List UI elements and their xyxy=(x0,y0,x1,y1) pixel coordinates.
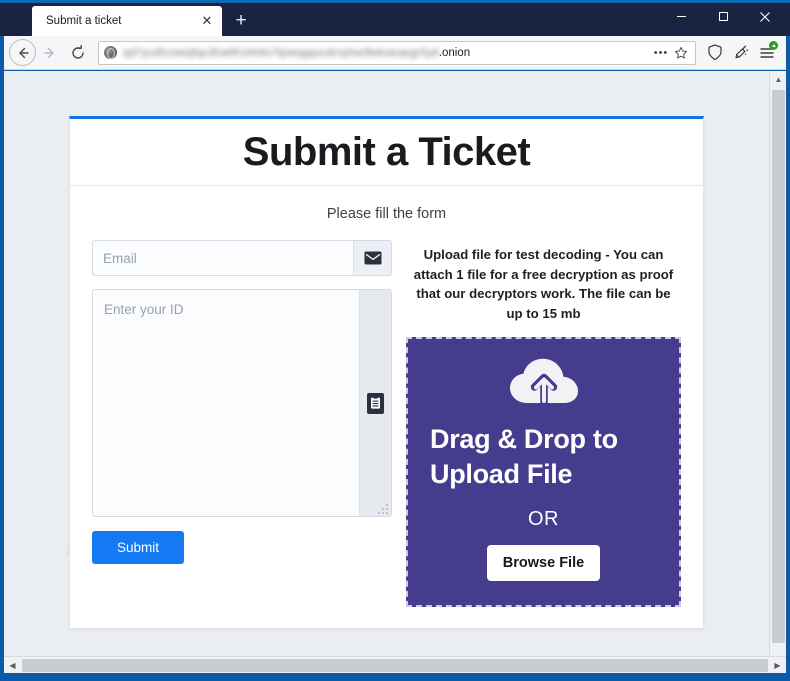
horizontal-scrollbar[interactable]: ◀ ▶ xyxy=(4,656,786,673)
envelope-icon[interactable] xyxy=(353,241,391,275)
new-tab-button[interactable]: + xyxy=(226,6,256,36)
ticket-card: Submit a Ticket Please fill the form Ema… xyxy=(69,116,704,629)
browser-window: Submit a ticket ✕ + qd7ycdhcowqfqu3ha6fr… xyxy=(0,0,790,681)
arrow-left-icon[interactable] xyxy=(9,39,36,66)
web-page: P risk com Submit a Ticket Please fill t… xyxy=(4,71,770,639)
clipboard-icon[interactable] xyxy=(367,392,384,414)
reload-icon[interactable] xyxy=(64,39,92,67)
form-column: Submit xyxy=(92,240,392,607)
card-header: Submit a Ticket xyxy=(70,119,703,186)
shield-icon[interactable] xyxy=(702,39,728,67)
horizontal-scrollbar-thumb[interactable] xyxy=(22,658,768,672)
maximize-icon[interactable] xyxy=(702,0,744,33)
tab-strip: Submit a ticket ✕ + xyxy=(0,0,256,36)
dropzone-title: Drag & Drop to Upload File xyxy=(430,424,618,489)
id-field-wrapper xyxy=(92,289,392,517)
url-bar[interactable]: qd7ycdhcowqfqu3ha6fruhh6x7tpwagqxcdrnyhw… xyxy=(98,40,696,65)
title-bar: Submit a ticket ✕ + xyxy=(0,0,790,36)
submit-button[interactable]: Submit xyxy=(92,531,184,564)
scroll-right-icon[interactable]: ▶ xyxy=(769,657,786,674)
window-controls xyxy=(660,0,786,33)
email-field[interactable] xyxy=(93,241,353,275)
file-dropzone[interactable]: Drag & Drop to Upload File OR Browse Fil… xyxy=(406,337,681,608)
tab-submit-a-ticket[interactable]: Submit a ticket ✕ xyxy=(32,6,222,36)
star-icon[interactable] xyxy=(671,43,691,63)
page-title: Submit a Ticket xyxy=(242,129,531,174)
id-field[interactable] xyxy=(92,289,392,517)
url-text-suffix: .onion xyxy=(438,46,471,59)
arrow-right-icon xyxy=(36,39,64,67)
update-available-badge xyxy=(769,40,778,50)
cloud-upload-icon xyxy=(507,357,581,414)
window-frame-left xyxy=(0,36,4,681)
vertical-scrollbar[interactable]: ▲ xyxy=(769,71,786,656)
tab-title: Submit a ticket xyxy=(46,15,122,27)
content-viewport: P risk com Submit a Ticket Please fill t… xyxy=(4,71,786,656)
email-field-group xyxy=(92,240,392,276)
window-frame-right xyxy=(786,36,790,681)
navigation-toolbar: qd7ycdhcowqfqu3ha6fruhh6x7tpwagqxcdrnyhw… xyxy=(0,36,786,70)
page-actions-ellipsis-icon[interactable]: ••• xyxy=(651,43,671,63)
url-text-blurred: qd7ycdhcowqfqu3ha6fruhh6x7tpwagqxcdrnyhw… xyxy=(123,46,439,59)
scroll-left-icon[interactable]: ◀ xyxy=(4,657,21,674)
resize-grip-icon[interactable] xyxy=(377,502,389,514)
hamburger-menu-icon[interactable] xyxy=(754,39,780,67)
upload-column: Upload file for test decoding - You can … xyxy=(406,240,681,608)
onion-site-identity-icon[interactable] xyxy=(104,46,117,59)
minimize-icon[interactable] xyxy=(660,0,702,33)
close-icon[interactable]: ✕ xyxy=(198,12,216,30)
card-subtitle: Please fill the form xyxy=(326,206,447,222)
browse-file-button[interactable]: Browse File xyxy=(486,545,601,582)
broom-icon[interactable] xyxy=(728,39,754,67)
scroll-up-icon[interactable]: ▲ xyxy=(770,71,787,88)
dropzone-or-label: OR xyxy=(528,508,559,531)
upload-instructions: Upload file for test decoding - You can … xyxy=(413,247,674,321)
card-body: Submit Upload file for test decoding - Y… xyxy=(70,222,703,608)
close-icon[interactable] xyxy=(744,0,786,33)
window-frame-bottom xyxy=(0,673,790,681)
vertical-scrollbar-thumb[interactable] xyxy=(772,90,785,643)
